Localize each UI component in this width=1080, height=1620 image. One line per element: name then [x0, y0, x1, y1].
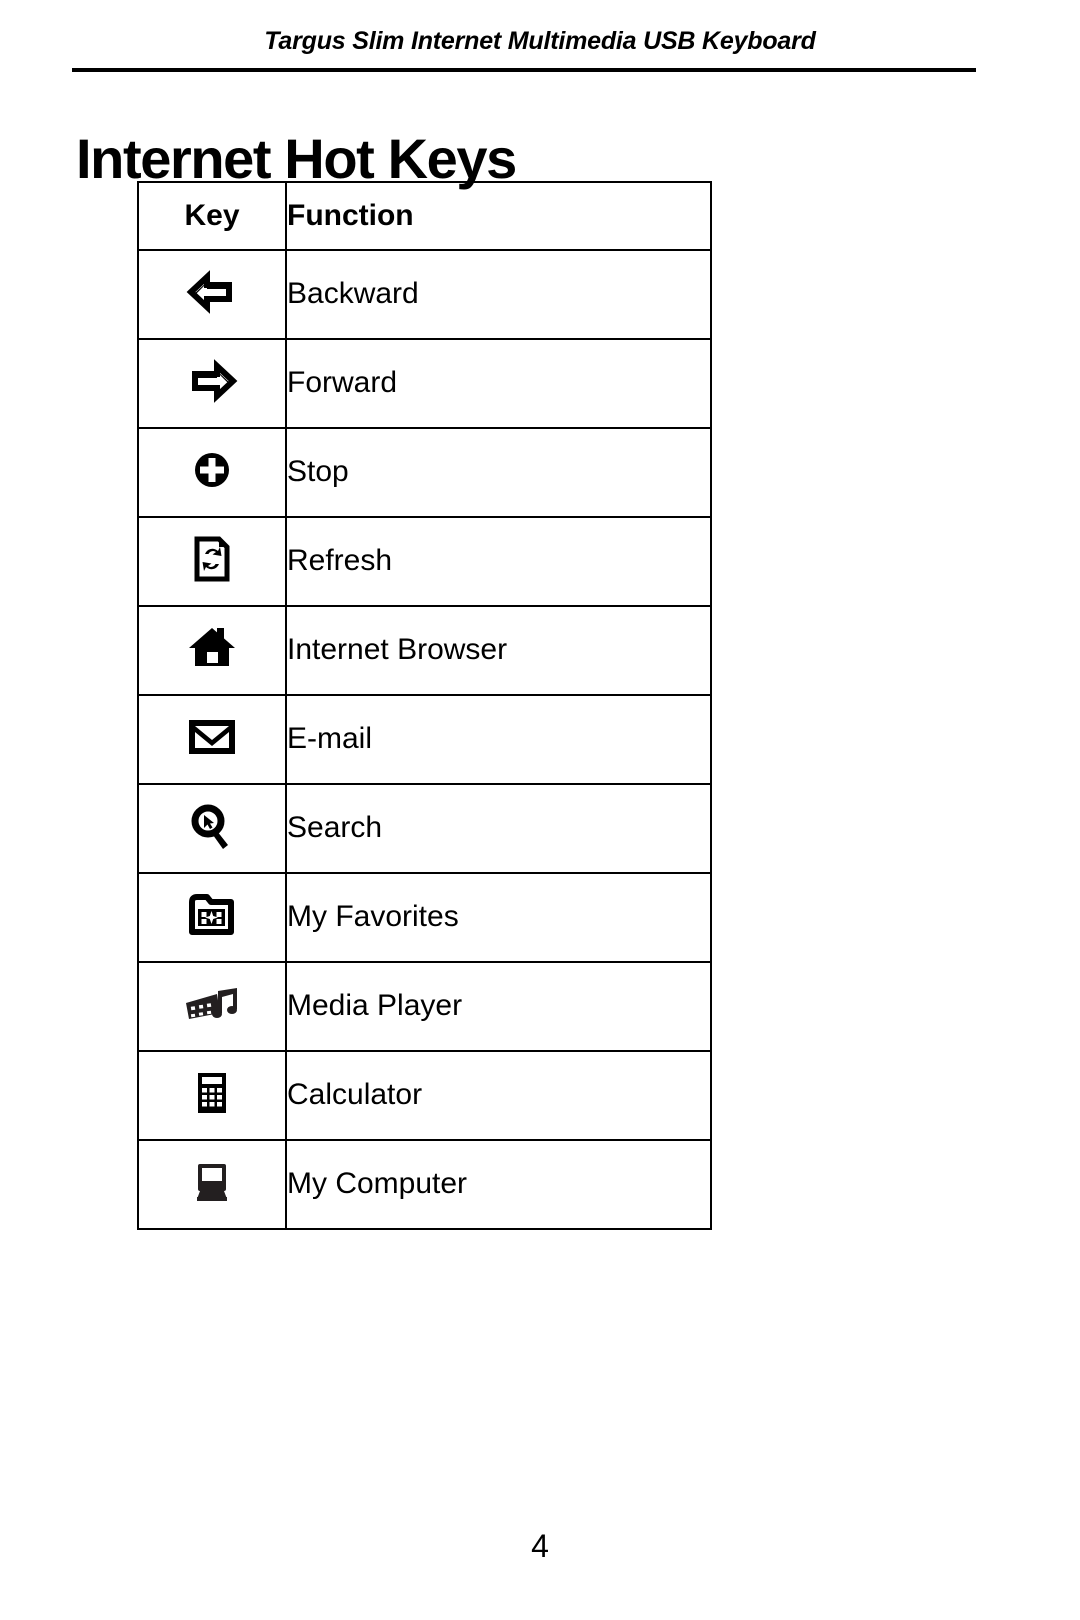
column-header-key: Key: [137, 181, 287, 251]
key-cell: [137, 338, 287, 429]
calculator-icon: [181, 1064, 243, 1122]
house-icon: [181, 619, 243, 677]
magnifier-icon: [181, 797, 243, 855]
key-cell: [137, 961, 287, 1052]
table-row: Search: [137, 783, 712, 874]
function-cell: My Computer: [285, 1139, 712, 1230]
function-cell: Forward: [285, 338, 712, 429]
function-cell: Backward: [285, 249, 712, 340]
running-title: Targus Slim Internet Multimedia USB Keyb…: [264, 27, 816, 55]
key-cell: [137, 1050, 287, 1141]
table-header-row: Key Function: [137, 181, 712, 251]
function-cell: Calculator: [285, 1050, 712, 1141]
key-cell: [137, 249, 287, 340]
page-running-header: Targus Slim Internet Multimedia USB Keyb…: [72, 27, 1008, 56]
header-rule: [72, 68, 976, 72]
table-row: Media Player: [137, 961, 712, 1052]
page-title: Internet Hot Keys: [76, 126, 517, 190]
key-cell: [137, 872, 287, 963]
arrow-right-icon: [181, 352, 243, 410]
table-body: Backward Forward Stop Refresh Internet B…: [137, 249, 712, 1230]
film-music-note-icon: [181, 975, 243, 1033]
hotkey-table: Key Function Backward Forward Stop Refre…: [137, 181, 712, 1230]
arrow-left-icon: [181, 263, 243, 321]
function-cell: Stop: [285, 427, 712, 518]
table-row: My Computer: [137, 1139, 712, 1230]
function-cell: Search: [285, 783, 712, 874]
key-cell: [137, 783, 287, 874]
table-row: Internet Browser: [137, 605, 712, 696]
function-cell: Refresh: [285, 516, 712, 607]
function-cell: Media Player: [285, 961, 712, 1052]
hotkey-table-container: Key Function Backward Forward Stop Refre…: [137, 181, 712, 1230]
page-number: 4: [531, 1528, 549, 1564]
table-row: Refresh: [137, 516, 712, 607]
stop-circle-icon: [181, 441, 243, 499]
folder-star-icon: [181, 886, 243, 944]
table-row: Calculator: [137, 1050, 712, 1141]
function-cell: Internet Browser: [285, 605, 712, 696]
key-cell: [137, 516, 287, 607]
table-row: My Favorites: [137, 872, 712, 963]
key-cell: [137, 605, 287, 696]
column-header-function: Function: [285, 181, 712, 251]
table-row: Backward: [137, 249, 712, 340]
key-cell: [137, 1139, 287, 1230]
table-row: Stop: [137, 427, 712, 518]
key-cell: [137, 694, 287, 785]
envelope-icon: [181, 708, 243, 766]
table-row: Forward: [137, 338, 712, 429]
table-head: Key Function: [137, 181, 712, 251]
table-row: E-mail: [137, 694, 712, 785]
function-cell: My Favorites: [285, 872, 712, 963]
computer-monitor-icon: [181, 1153, 243, 1211]
key-cell: [137, 427, 287, 518]
function-cell: E-mail: [285, 694, 712, 785]
refresh-page-icon: [181, 530, 243, 588]
